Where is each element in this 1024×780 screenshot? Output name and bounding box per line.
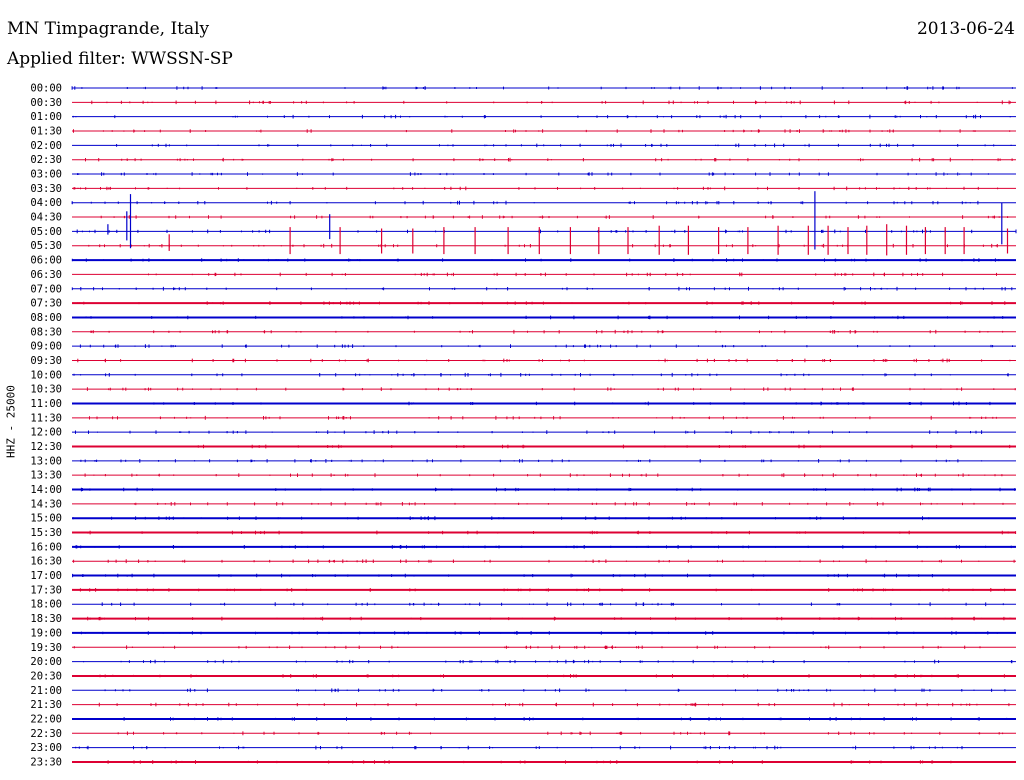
- time-label: 19:00: [30, 627, 62, 639]
- time-label: 12:00: [30, 427, 62, 439]
- helicorder-plot: 00:00 00:30 01:00 01:30 02:00 02:30 03:00 03:30…: [30, 83, 1017, 769]
- time-label: 09:30: [30, 355, 62, 367]
- time-label: 13:30: [30, 470, 62, 482]
- time-label: 01:00: [30, 111, 62, 123]
- time-label: 02:30: [30, 154, 62, 166]
- time-label: 08:30: [30, 326, 62, 338]
- time-label: 20:00: [30, 656, 62, 668]
- time-label: 05:30: [30, 240, 62, 252]
- time-label: 06:00: [30, 255, 62, 267]
- time-label: 19:30: [30, 642, 62, 654]
- time-label: 16:30: [30, 556, 62, 568]
- time-label: 21:00: [30, 685, 62, 697]
- time-label: 14:00: [30, 484, 62, 496]
- time-label: 04:00: [30, 197, 62, 209]
- time-label: 16:00: [30, 541, 62, 553]
- time-label: 20:30: [30, 670, 62, 682]
- time-label: 14:30: [30, 498, 62, 510]
- time-label: 23:00: [30, 742, 62, 754]
- time-label: 06:30: [30, 269, 62, 281]
- time-label: 10:00: [30, 369, 62, 381]
- trace-rows: [71, 86, 1017, 764]
- time-label: 18:00: [30, 599, 62, 611]
- time-label: 15:00: [30, 513, 62, 525]
- time-label: 00:30: [30, 97, 62, 109]
- time-label: 07:00: [30, 283, 62, 295]
- time-label: 03:30: [30, 183, 62, 195]
- time-label: 17:30: [30, 584, 62, 596]
- time-label: 08:00: [30, 312, 62, 324]
- time-label: 22:30: [30, 728, 62, 740]
- time-label: 11:00: [30, 398, 62, 410]
- time-label: 07:30: [30, 298, 62, 310]
- time-label: 09:00: [30, 341, 62, 353]
- time-label: 02:00: [30, 140, 62, 152]
- time-label: 23:30: [30, 756, 62, 768]
- time-label: 04:30: [30, 212, 62, 224]
- time-label: 03:00: [30, 169, 62, 181]
- time-tick-labels: 00:00 00:30 01:00 01:30 02:00 02:30 03:00 03:30…: [30, 83, 62, 769]
- time-label: 01:30: [30, 126, 62, 138]
- time-label: 12:30: [30, 441, 62, 453]
- time-label: 15:30: [30, 527, 62, 539]
- time-label: 11:30: [30, 412, 62, 424]
- time-label: 10:30: [30, 384, 62, 396]
- time-label: 17:00: [30, 570, 62, 582]
- time-label: 13:00: [30, 455, 62, 467]
- time-label: 05:00: [30, 226, 62, 238]
- time-label: 21:30: [30, 699, 62, 711]
- time-label: 18:30: [30, 613, 62, 625]
- time-label: 00:00: [30, 83, 62, 95]
- time-label: 22:00: [30, 713, 62, 725]
